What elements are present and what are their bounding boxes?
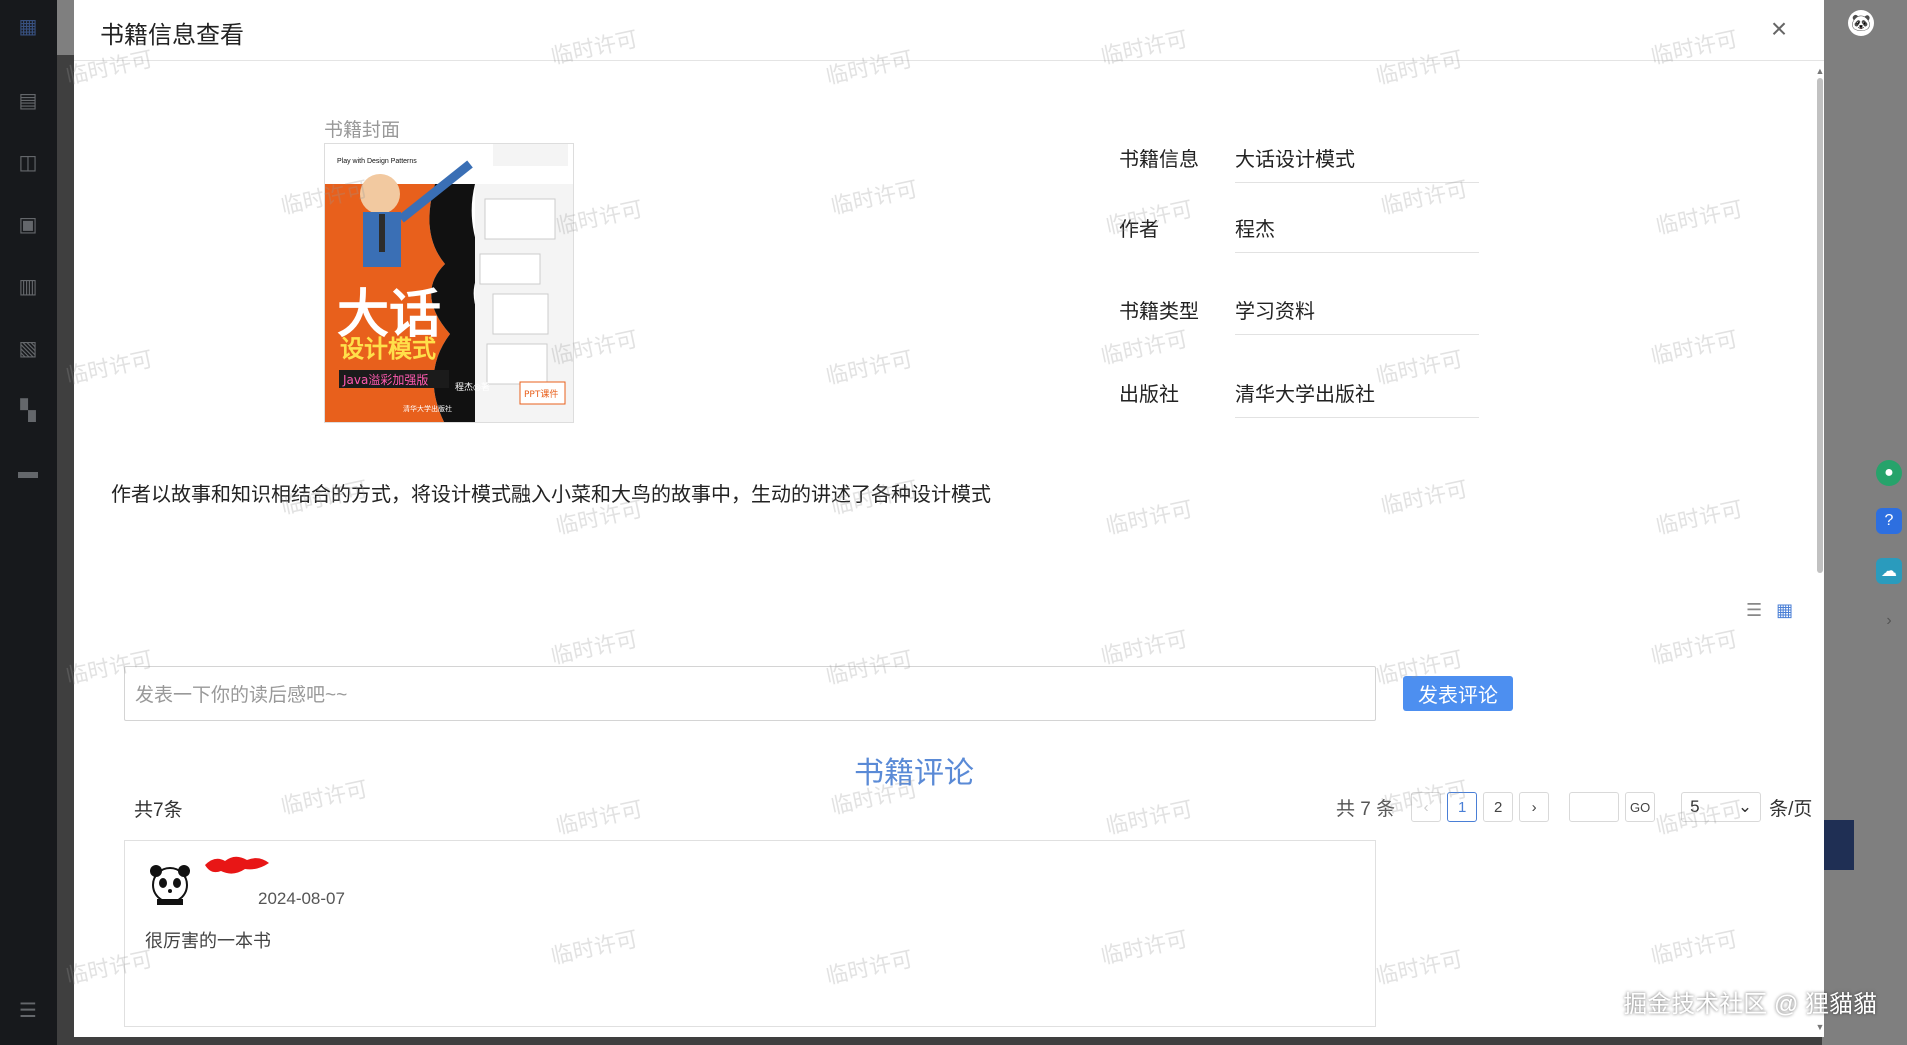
comment-text: 很厉害的一本书 [145,931,271,951]
pagination: 共 7 条 ‹ 1 2 › GO 5 ⌄ 条/页 [1336,792,1812,822]
dialog-header: 书籍信息查看 × [74,0,1824,61]
submit-comment-button[interactable]: 发表评论 [1403,676,1513,711]
page-size-unit: 条/页 [1769,798,1813,820]
page-1-button[interactable]: 1 [1447,792,1478,822]
prev-page-icon[interactable]: ‹ [1411,792,1442,822]
comment-card: 2024-08-07 很厉害的一本书 [124,840,1376,1027]
cover-publisher: 清华大学出版社 [403,404,452,413]
cover-badge: PPT课件 [524,388,558,400]
go-button[interactable]: GO [1625,792,1656,822]
cover-label: 书籍封面 [324,120,401,141]
cover-subtitle: 设计模式 [340,335,436,363]
site-watermark: 掘金技术社区 @ 狸貓貓 [1623,991,1877,1018]
chevron-down-icon: ⌄ [1737,797,1753,816]
scroll-down-icon[interactable]: ▼ [1815,1022,1825,1032]
book-type-value: 学习资料 [1235,295,1479,335]
author-label: 作者 [1119,219,1159,241]
page-jump-input[interactable] [1569,792,1620,822]
redacted-username [201,851,273,879]
page-size-select[interactable]: 5 ⌄ [1681,792,1762,822]
close-icon[interactable]: × [1764,13,1794,44]
pagination-total: 共 7 条 [1336,798,1396,820]
book-description: 作者以故事和知识相结合的方式，将设计模式融入小菜和大鸟的故事中，生动的讲述了各种… [111,484,991,506]
page-size-value: 5 [1690,797,1700,816]
list-icon[interactable]: ☰ [1746,600,1762,621]
author-value: 程杰 [1235,213,1479,253]
chevron-right-icon[interactable]: › [1876,608,1902,634]
book-type-label: 书籍类型 [1119,301,1199,323]
reviews-title: 书籍评论 [854,757,974,790]
book-name-value: 大话设计模式 [1235,143,1479,183]
panda-avatar-icon [147,861,193,907]
book-info-dialog: 书籍信息查看 × ▲ ▼ 书籍封面 Play with Design Patte… [74,0,1824,1037]
dialog-title: 书籍信息查看 [100,22,244,49]
view-toggle: ☰ ▦ [1746,600,1793,621]
publisher-label: 出版社 [1119,384,1179,406]
page-2-button[interactable]: 2 [1483,792,1514,822]
comment-input[interactable]: 发表一下你的读后感吧~~ [124,666,1376,721]
next-page-icon[interactable]: › [1519,792,1550,822]
avatar-panda-icon[interactable]: 🐼 [1848,10,1874,36]
cover-edition: Java溢彩加强版 [342,373,428,387]
scroll-up-icon[interactable]: ▲ [1815,66,1825,76]
comment-date: 2024-08-07 [258,889,345,908]
cover-author: 程杰◎著 [455,381,490,393]
help-icon[interactable]: ? [1876,508,1902,534]
book-cover-image: Play with Design Patterns 大话 设计模式 Java溢彩… [324,143,574,423]
scrollbar-thumb[interactable] [1817,78,1823,573]
lightbulb-icon[interactable]: ● [1876,460,1902,486]
cloud-icon[interactable]: ☁ [1876,558,1902,584]
grid-icon[interactable]: ▦ [1776,600,1793,621]
cover-top-text: Play with Design Patterns [337,158,417,165]
publisher-value: 清华大学出版社 [1235,378,1479,418]
reviews-total: 共7条 [134,800,183,821]
book-name-label: 书籍信息 [1119,149,1199,171]
